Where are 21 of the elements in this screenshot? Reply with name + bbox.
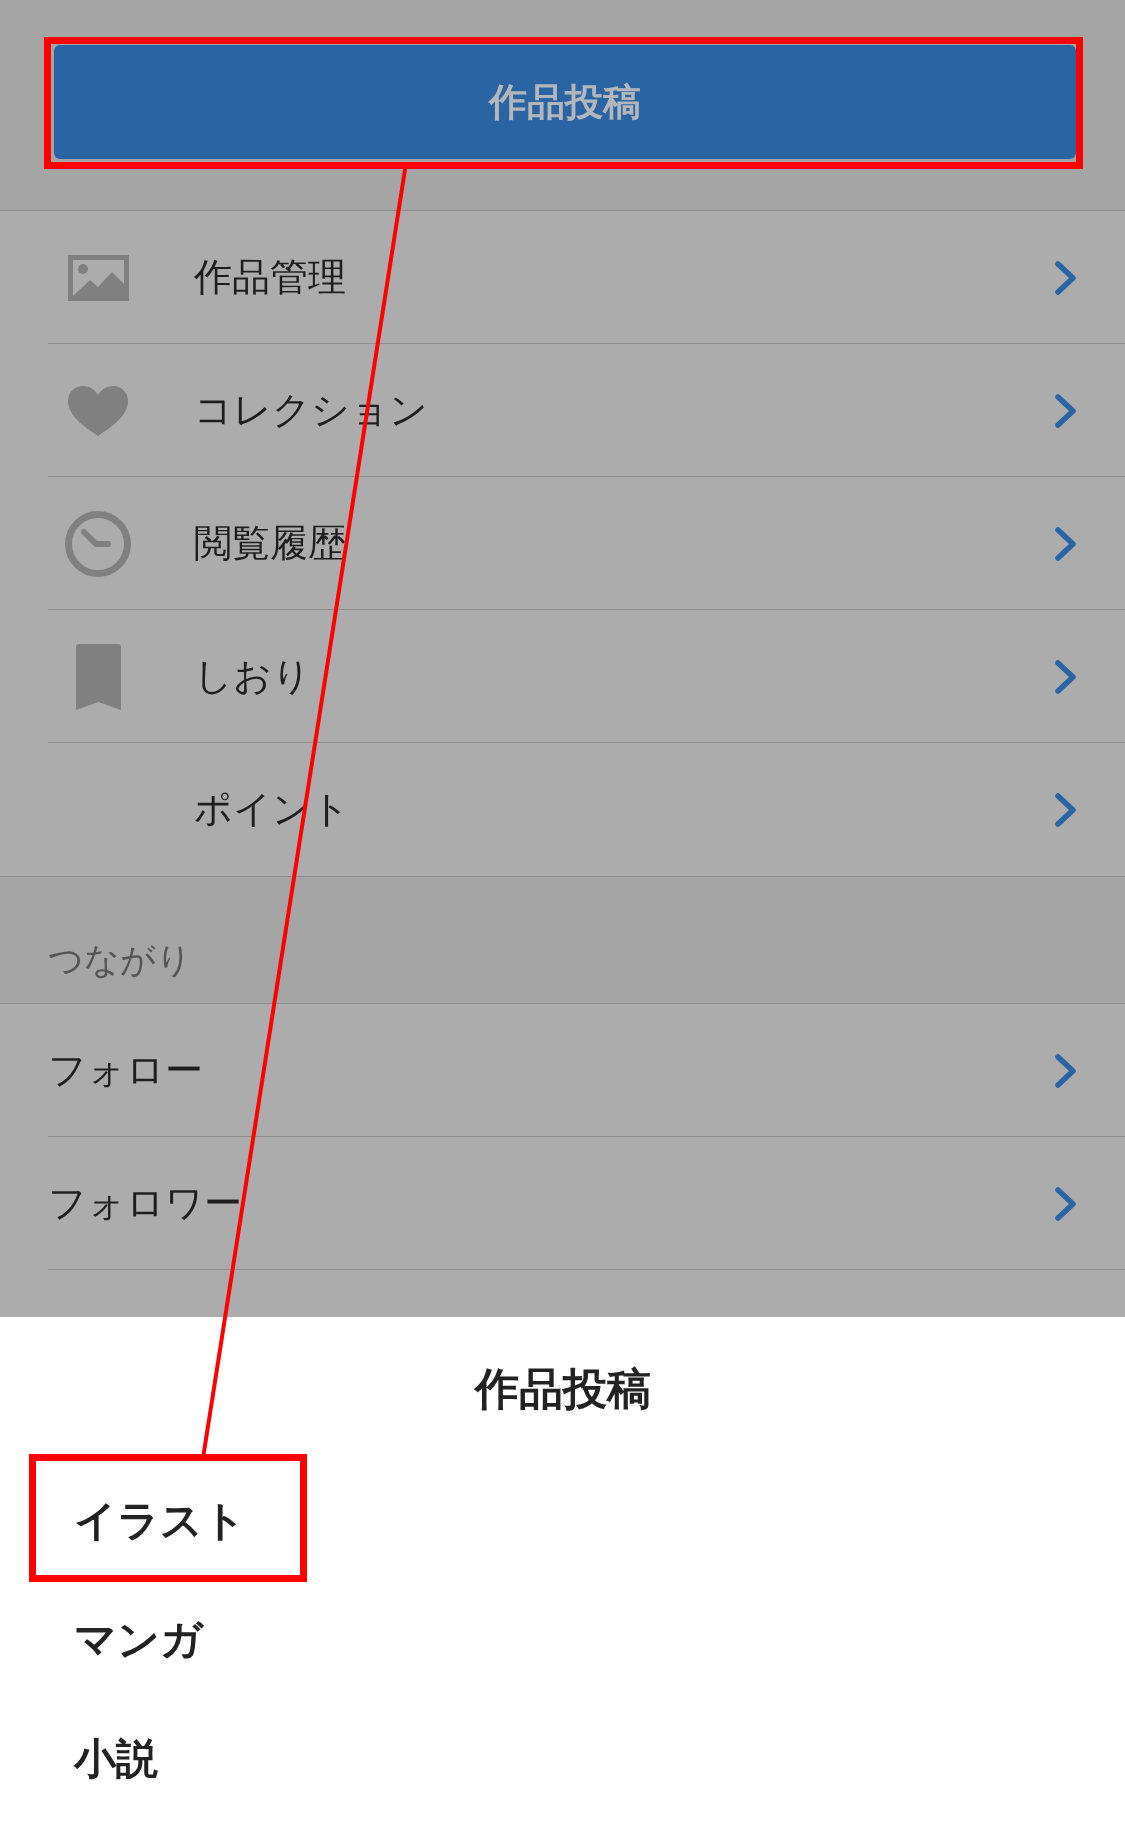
menu-item[interactable]: フォロワー bbox=[48, 1180, 242, 1227]
chevron-right-icon bbox=[1055, 260, 1077, 295]
chevron-right-icon bbox=[1055, 1053, 1077, 1088]
clock-icon bbox=[65, 510, 131, 577]
image-icon bbox=[67, 254, 129, 301]
menu-option[interactable]: イラスト bbox=[74, 1496, 246, 1547]
chevron-right-icon bbox=[1055, 526, 1077, 561]
menu-item[interactable]: 閲覧履歴 bbox=[194, 520, 346, 567]
chevron-right-icon bbox=[1055, 792, 1077, 827]
menu-option[interactable]: マンガ bbox=[74, 1615, 203, 1666]
menu-item[interactable]: しおり bbox=[194, 653, 311, 700]
menu-item[interactable]: フォロー bbox=[48, 1047, 203, 1094]
chevron-right-icon bbox=[1055, 393, 1077, 428]
bookmark-icon bbox=[75, 643, 121, 710]
section-title: つながり bbox=[48, 939, 192, 981]
menu-option[interactable]: 小説 bbox=[74, 1734, 158, 1785]
sheet-title: 作品投稿 bbox=[474, 1362, 651, 1416]
heart-icon bbox=[68, 385, 128, 436]
chevron-right-icon bbox=[1055, 1186, 1077, 1221]
chevron-right-icon bbox=[1055, 659, 1077, 694]
menu-item[interactable]: 作品管理 bbox=[194, 254, 346, 301]
